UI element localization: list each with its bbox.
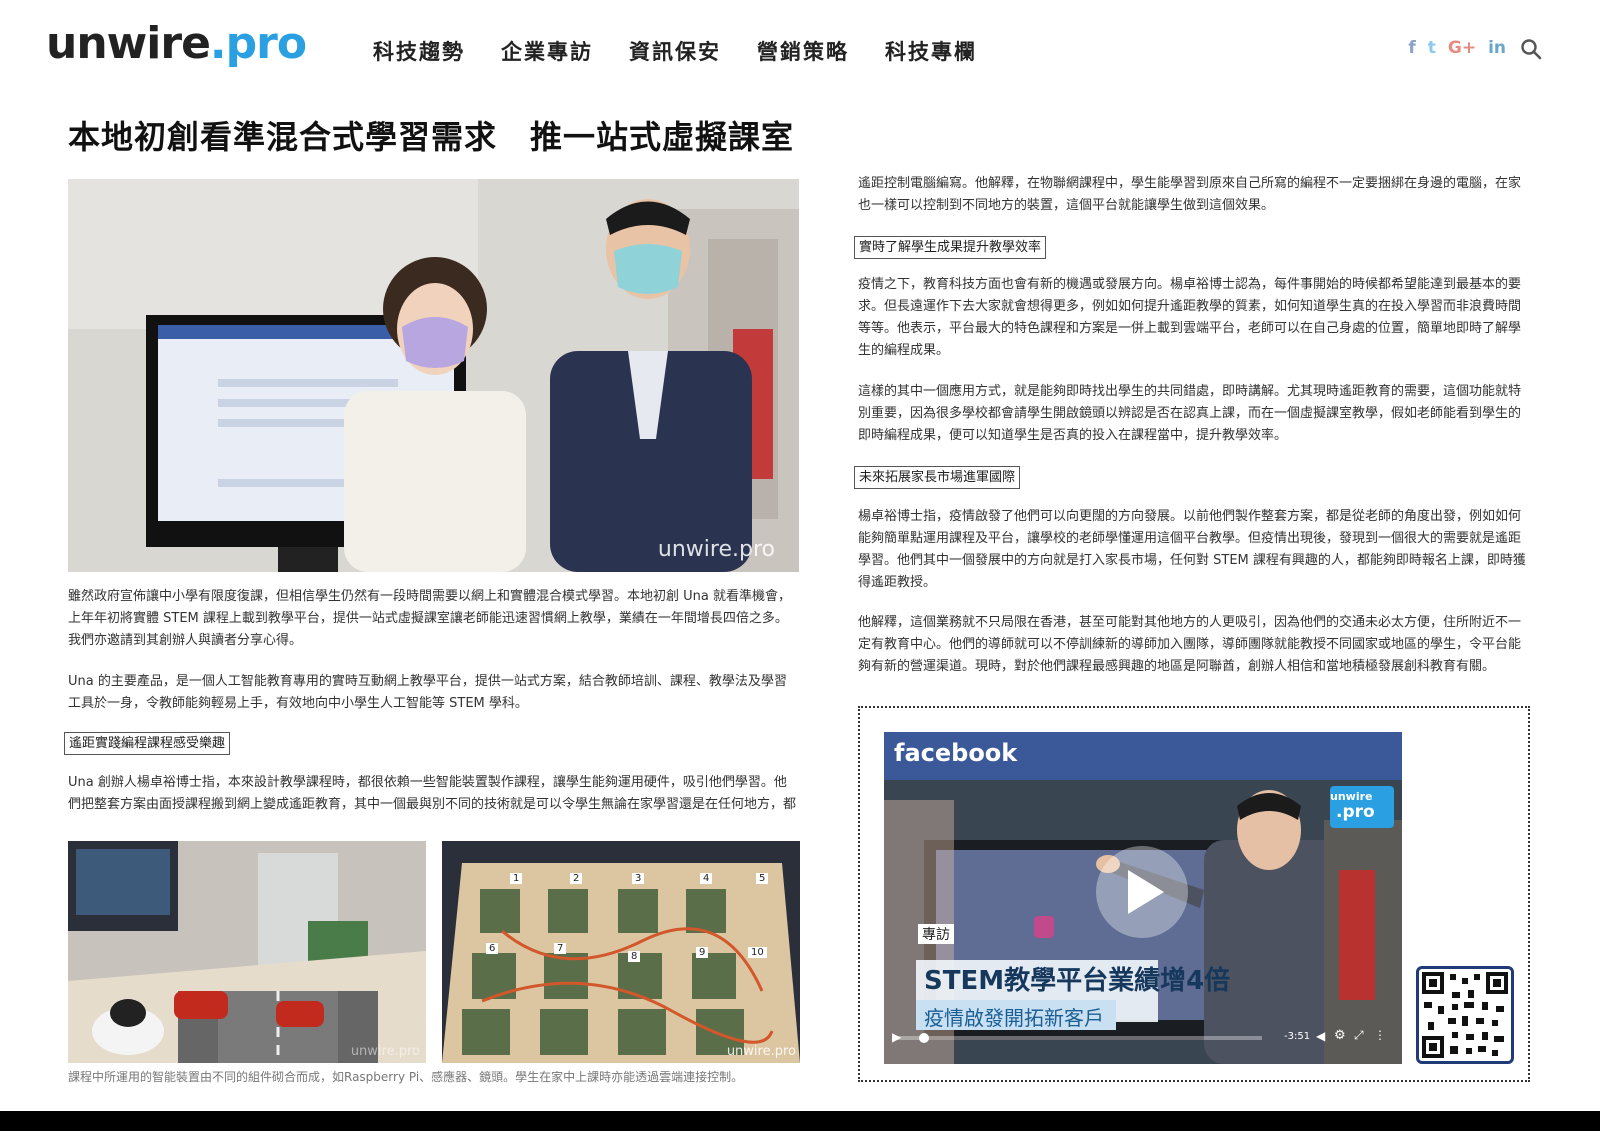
video-embed-box: facebook unwire .pro 專訪 STEM教學平台業績增4倍 疫情… <box>858 706 1530 1082</box>
footer-bar <box>0 1111 1600 1131</box>
nav-columns[interactable]: 科技專欄 <box>885 36 977 66</box>
article-paragraph-8: 他解釋，這個業務就不只局限在香港，甚至可能對其他地方的人更吸引，因為他們的交通未… <box>858 615 1522 674</box>
photo-device-board: 1 2 3 4 5 6 7 8 9 10 unwire.pro <box>442 841 800 1063</box>
video-logo-suffix: .pro <box>1336 802 1375 822</box>
video-frame: unwire .pro 專訪 STEM教學平台業績增4倍 疫情啟發開拓新客戶 ▶… <box>884 780 1402 1064</box>
volume-icon[interactable]: ◀ <box>1316 1029 1325 1043</box>
facebook-video-player[interactable]: facebook unwire .pro 專訪 STEM教學平台業績增4倍 疫情… <box>884 732 1402 1064</box>
board-number: 10 <box>748 947 767 958</box>
board-number: 7 <box>554 943 567 954</box>
photo-caption: 課程中所運用的智能裝置由不同的組件砌合而成，如Raspberry Pi、感應器、… <box>68 1070 744 1084</box>
article-paragraph-5: 疫情之下，教育科技方面也會有新的機遇或發展方向。楊卓裕博士認為，每件事開始的時候… <box>858 277 1522 358</box>
settings-icon[interactable]: ⚙ <box>1334 1028 1346 1043</box>
article-paragraph-3: Una 創辦人楊卓裕博士指，本來設計教學課程時，都很依賴一些智能裝置製作課程，讓… <box>68 775 797 812</box>
board-number: 3 <box>632 873 645 884</box>
qr-code <box>1416 966 1514 1064</box>
play-icon[interactable]: ▶ <box>892 1030 901 1044</box>
photo-smart-device: unwire.pro <box>68 841 426 1063</box>
article-paragraph-4: 遙距控制電腦編寫。他解釋，在物聯網課程中，學生能學習到原來自己所寫的編程不一定要… <box>858 176 1522 213</box>
fullscreen-icon[interactable]: ⤢ <box>1354 1028 1364 1043</box>
subheading-realtime-results: 實時了解學生成果提升教學效率 <box>854 236 1047 259</box>
photo-smart-device-illustration <box>68 841 426 1063</box>
article-paragraph-6: 這樣的其中一個應用方式，就是能夠即時找出學生的共同錯處，即時講解。尤其現時遙距教… <box>858 384 1522 443</box>
facebook-icon[interactable]: f <box>1408 38 1415 58</box>
photo3-watermark: unwire.pro <box>726 1044 796 1059</box>
article-paragraph-1: 雖然政府宣佈讓中小學有限度復課，但相信學生仍然有一段時間需要以網上和實體混合模式… <box>68 589 791 648</box>
video-subheadline: 疫情啟發開拓新客戶 <box>924 1006 1104 1030</box>
board-number: 9 <box>696 947 709 958</box>
site-header: unwire.pro 科技趨勢 企業專訪 資訊保安 營銷策略 科技專欄 f t … <box>0 0 1600 100</box>
twitter-icon[interactable]: t <box>1428 38 1436 58</box>
linkedin-icon[interactable]: in <box>1488 38 1506 58</box>
more-options-icon[interactable]: ⋮ <box>1374 1028 1386 1042</box>
board-number: 1 <box>510 873 523 884</box>
board-number: 4 <box>700 873 713 884</box>
google-plus-icon[interactable]: G+ <box>1448 38 1476 58</box>
video-time: -3:51 <box>1284 1031 1311 1042</box>
search-icon[interactable] <box>1520 38 1542 60</box>
site-logo[interactable]: unwire.pro <box>46 22 307 66</box>
board-number: 5 <box>756 873 769 884</box>
board-number: 2 <box>570 873 583 884</box>
interview-badge: 專訪 <box>918 924 954 944</box>
article-title: 本地初創看準混合式學習需求 推一站式虛擬課室 <box>68 118 795 156</box>
nav-interviews[interactable]: 企業專訪 <box>501 36 593 66</box>
subheading-remote-coding: 遙距實踐編程課程感受樂趣 <box>64 732 231 755</box>
facebook-header: facebook <box>884 732 1402 774</box>
article-paragraph-7: 楊卓裕博士指，疫情啟發了他們可以向更闊的方向發展。以前他們製作整套方案，都是從老… <box>858 509 1526 590</box>
photo2-watermark: unwire.pro <box>350 1044 420 1059</box>
qr-code-pattern <box>1422 972 1508 1058</box>
video-headline: STEM教學平台業績增4倍 <box>924 966 1231 996</box>
board-number: 8 <box>628 951 641 962</box>
nav-security[interactable]: 資訊保安 <box>629 36 721 66</box>
main-nav: 科技趨勢 企業專訪 資訊保安 營銷策略 科技專欄 <box>373 36 977 66</box>
nav-marketing[interactable]: 營銷策略 <box>757 36 849 66</box>
hero-photo: unwire.pro <box>68 179 799 572</box>
social-links: f t G+ in <box>1408 38 1506 58</box>
subheading-parent-market: 未來拓展家長市場進軍國際 <box>854 466 1021 489</box>
nav-tech-trends[interactable]: 科技趨勢 <box>373 36 465 66</box>
hero-watermark: unwire.pro <box>657 537 775 562</box>
hero-photo-illustration <box>68 179 799 572</box>
board-number: 6 <box>486 943 499 954</box>
article-paragraph-2: Una 的主要產品，是一個人工智能教育專用的實時互動網上教學平台，提供一站式方案… <box>68 674 787 711</box>
